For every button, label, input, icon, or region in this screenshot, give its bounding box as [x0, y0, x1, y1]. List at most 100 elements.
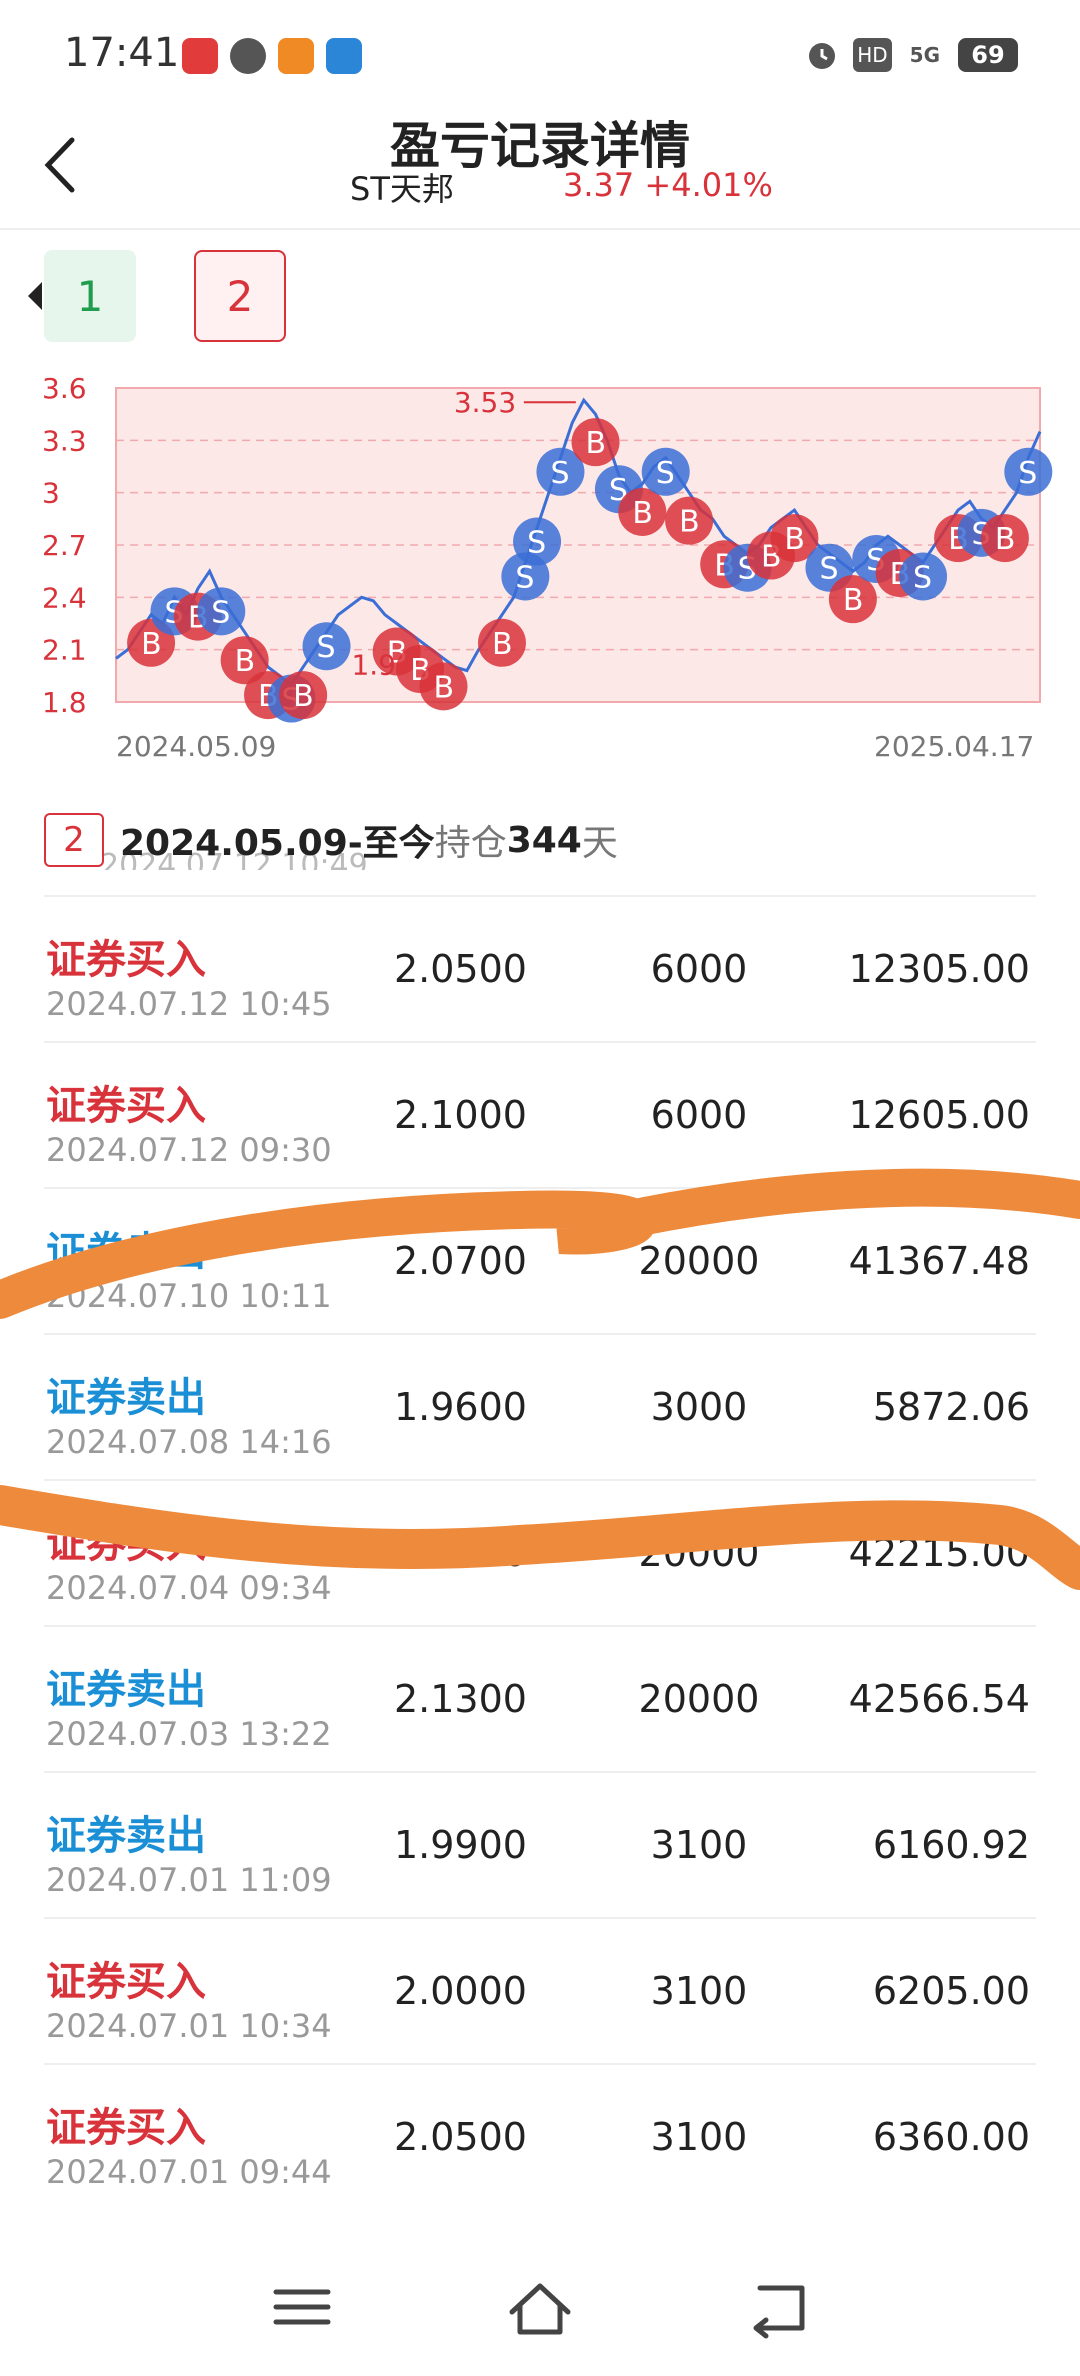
trade-time: 2024.07.08 14:16	[46, 1423, 332, 1461]
trade-quantity: 20000	[638, 1531, 760, 1575]
trade-amount: 12605.00	[848, 1093, 1030, 1137]
navigation-bar	[0, 2250, 1080, 2376]
trade-type: 证券卖出	[46, 1375, 206, 1421]
y-tick-label: 2.7	[42, 529, 87, 562]
max-annotation-label: 3.53	[454, 386, 516, 419]
trade-quantity: 3100	[650, 1969, 748, 2013]
marker-label: S	[1018, 456, 1037, 491]
marker-label: B	[235, 644, 256, 679]
marker-label: S	[819, 552, 838, 587]
trade-amount: 5872.06	[872, 1385, 1030, 1429]
marker-label: B	[784, 522, 805, 557]
marker-label: B	[492, 627, 513, 662]
trade-price: 1.9900	[394, 1823, 527, 1867]
menu-icon[interactable]	[262, 2272, 342, 2342]
y-tick-label: 3.3	[42, 424, 87, 457]
hd-icon: HD	[853, 38, 892, 72]
trade-quantity: 6000	[650, 947, 748, 991]
trade-amount: 42215.00	[848, 1531, 1030, 1575]
page-header: 盈亏记录详情 ST天邦 3.37 +4.01%	[0, 100, 1080, 230]
marker-label: B	[586, 426, 607, 461]
trade-row[interactable]: 证券买入 2024.07.12 10:45 2.0500 6000 12305.00	[44, 895, 1036, 1041]
trade-type: 证券买入	[46, 1959, 206, 2005]
end-date-label: 2025.04.17	[874, 730, 1034, 763]
trade-price: 2.1000	[394, 1093, 527, 1137]
trade-row[interactable]: 证券卖出 2024.07.08 14:16 1.9600 3000 5872.06	[44, 1333, 1036, 1479]
marker-label: S	[515, 560, 534, 595]
app-notification-icon	[278, 38, 314, 74]
back-icon[interactable]	[740, 2272, 820, 2342]
notification-icons	[182, 38, 362, 74]
marker-label: S	[656, 456, 675, 491]
period-badge: 2	[44, 813, 104, 867]
price-chart-svg: 3.63.332.72.42.11.8BSBSBBSBSBBBBSSSBSBSB…	[42, 372, 1053, 763]
trade-type: 证券买入	[46, 2105, 206, 2151]
trade-time: 2024.07.01 10:34	[46, 2007, 332, 2045]
price-chart[interactable]: 3.63.332.72.42.11.8BSBSBBSBSBBBBSSSBSBSB…	[0, 370, 1080, 770]
trade-row[interactable]: 证券买入 2024.07.01 09:44 2.0500 3100 6360.00	[44, 2063, 1036, 2209]
trade-row[interactable]: 证券卖出 2024.07.01 11:09 1.9900 3100 6160.92	[44, 1771, 1036, 1917]
marker-label: B	[293, 679, 314, 714]
trade-list: 证券买入 2024.07.12 10:45 2.0500 6000 12305.00 证券…	[44, 895, 1036, 2209]
page-title: 盈亏记录详情	[390, 117, 690, 175]
trade-amount: 42566.54	[848, 1677, 1030, 1721]
trade-time: 2024.07.01 09:44	[46, 2153, 332, 2191]
marker-label: S	[913, 560, 932, 595]
trade-quantity: 3100	[650, 2115, 748, 2159]
scroll-left-icon[interactable]	[28, 282, 42, 310]
trade-price: 2.1100	[394, 1531, 527, 1575]
status-right: HD 5G 69	[805, 38, 1018, 72]
stock-price-change: 3.37 +4.01%	[563, 166, 773, 204]
trade-quantity: 20000	[638, 1239, 760, 1283]
marker-label: B	[433, 670, 454, 705]
trade-type: 证券买入	[46, 937, 206, 983]
segment-tab-2[interactable]: 2	[194, 250, 286, 342]
app-notification-icon	[326, 38, 362, 74]
y-tick-label: 2.1	[42, 634, 87, 667]
marker-label: S	[527, 526, 546, 561]
battery-icon: 69	[958, 38, 1018, 72]
trade-time: 2024.07.01 11:09	[46, 1861, 332, 1899]
start-date-label: 2024.05.09	[116, 730, 276, 763]
marker-label: S	[550, 456, 569, 491]
hold-days: 344	[506, 819, 582, 861]
y-tick-label: 2.4	[42, 581, 87, 614]
trade-type: 证券买入	[46, 1521, 206, 1567]
hold-label: 持仓	[434, 823, 507, 864]
status-time: 17:41	[64, 30, 180, 76]
trade-time: 2024.07.12 10:45	[46, 985, 332, 1023]
trade-type: 证券卖出	[46, 1667, 206, 1713]
alarm-icon	[809, 43, 836, 69]
message-icon	[230, 38, 266, 74]
app-notification-icon	[182, 38, 218, 74]
marker-label: B	[843, 583, 864, 618]
trade-row[interactable]: 证券买入 2024.07.04 09:34 2.1100 20000 42215.00	[44, 1479, 1036, 1625]
signal-icon: 5G	[909, 43, 940, 67]
y-tick-label: 1.8	[42, 686, 87, 719]
trade-price: 2.0500	[394, 947, 527, 991]
trade-quantity: 3100	[650, 1823, 748, 1867]
trade-quantity: 3000	[650, 1385, 748, 1429]
trade-quantity: 6000	[650, 1093, 748, 1137]
home-icon[interactable]	[500, 2272, 580, 2342]
trade-row[interactable]: 证券卖出 2024.07.03 13:22 2.1300 20000 42566.54	[44, 1625, 1036, 1771]
trade-price: 2.0500	[394, 2115, 527, 2159]
y-tick-label: 3.6	[42, 372, 87, 405]
trade-row[interactable]: 证券买入 2024.07.01 10:34 2.0000 3100 6205.00	[44, 1917, 1036, 2063]
trade-row[interactable]: 证券卖出 2024.07.10 10:11 2.0700 20000 41367.48	[44, 1187, 1036, 1333]
marker-label: S	[317, 630, 336, 665]
trade-amount: 6160.92	[872, 1823, 1030, 1867]
trade-row[interactable]: 证券买入 2024.07.12 09:30 2.1000 6000 12605.00	[44, 1041, 1036, 1187]
marker-label: S	[211, 595, 230, 630]
trade-time: 2024.07.12 09:30	[46, 1131, 332, 1169]
trade-price: 2.0000	[394, 1969, 527, 2013]
status-bar: 17:41 HD 5G 69	[0, 0, 1080, 110]
stock-name: ST天邦	[350, 170, 454, 208]
trade-amount: 41367.48	[848, 1239, 1030, 1283]
trade-amount: 6360.00	[872, 2115, 1030, 2159]
segment-tab-1[interactable]: 1	[44, 250, 136, 342]
marker-label: B	[679, 505, 700, 540]
marker-label: B	[141, 627, 162, 662]
trade-amount: 12305.00	[848, 947, 1030, 991]
trade-time: 2024.07.04 09:34	[46, 1569, 332, 1607]
